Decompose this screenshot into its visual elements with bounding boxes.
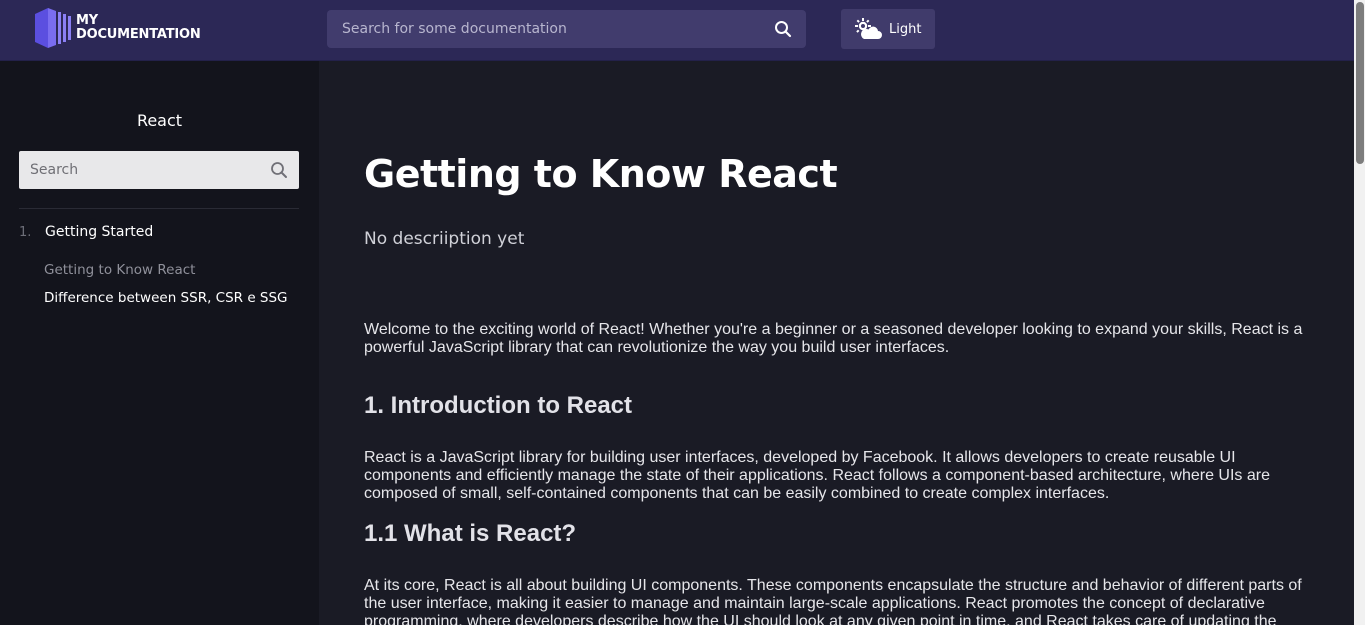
search-icon[interactable] (774, 20, 792, 38)
section-title: Getting Started (45, 224, 154, 240)
article-paragraph: Welcome to the exciting world of React! … (364, 321, 1303, 356)
logo-mark-icon (35, 8, 71, 48)
article-paragraph: At its core, React is all about building… (364, 577, 1302, 625)
global-search-input[interactable] (327, 10, 767, 48)
page-description: No descriiption yet (364, 229, 525, 249)
theme-toggle-button[interactable]: Light (841, 9, 935, 49)
sidebar-item-ssr-csr-ssg[interactable]: Difference between SSR, CSR e SSG (44, 290, 288, 306)
sidebar-divider (19, 208, 299, 209)
article-paragraph: React is a JavaScript library for buildi… (364, 449, 1270, 502)
theme-toggle-label: Light (889, 21, 922, 37)
weather-cloud-sun-icon (855, 18, 882, 39)
global-search (327, 10, 806, 48)
search-icon[interactable] (270, 161, 288, 179)
site-logo[interactable]: MY DOCUMENTATION (34, 6, 201, 50)
section-heading: 1. Introduction to React (364, 392, 633, 419)
page-scrollbar[interactable] (1354, 0, 1365, 625)
scrollbar-thumb[interactable] (1356, 2, 1364, 164)
sidebar-search-input[interactable] (19, 151, 264, 189)
page-title: Getting to Know React (364, 152, 838, 196)
main-content: Getting to Know React No descriiption ye… (319, 61, 1354, 625)
logo-text: MY DOCUMENTATION (76, 14, 201, 42)
section-number: 1. (19, 224, 32, 240)
sidebar-title: React (136, 111, 183, 130)
sidebar-item-getting-to-know-react[interactable]: Getting to Know React (44, 262, 195, 278)
top-navbar: MY DOCUMENTATION Light (0, 0, 1354, 61)
section-heading: 1.1 What is React? (364, 520, 577, 547)
sidebar-search (19, 151, 299, 189)
logo-line-2: DOCUMENTATION (76, 27, 201, 42)
logo-line-1: MY (76, 13, 98, 28)
sidebar: React 1. Getting Started Getting to Know… (0, 61, 319, 625)
sidebar-section-getting-started[interactable]: 1. Getting Started (19, 224, 299, 240)
